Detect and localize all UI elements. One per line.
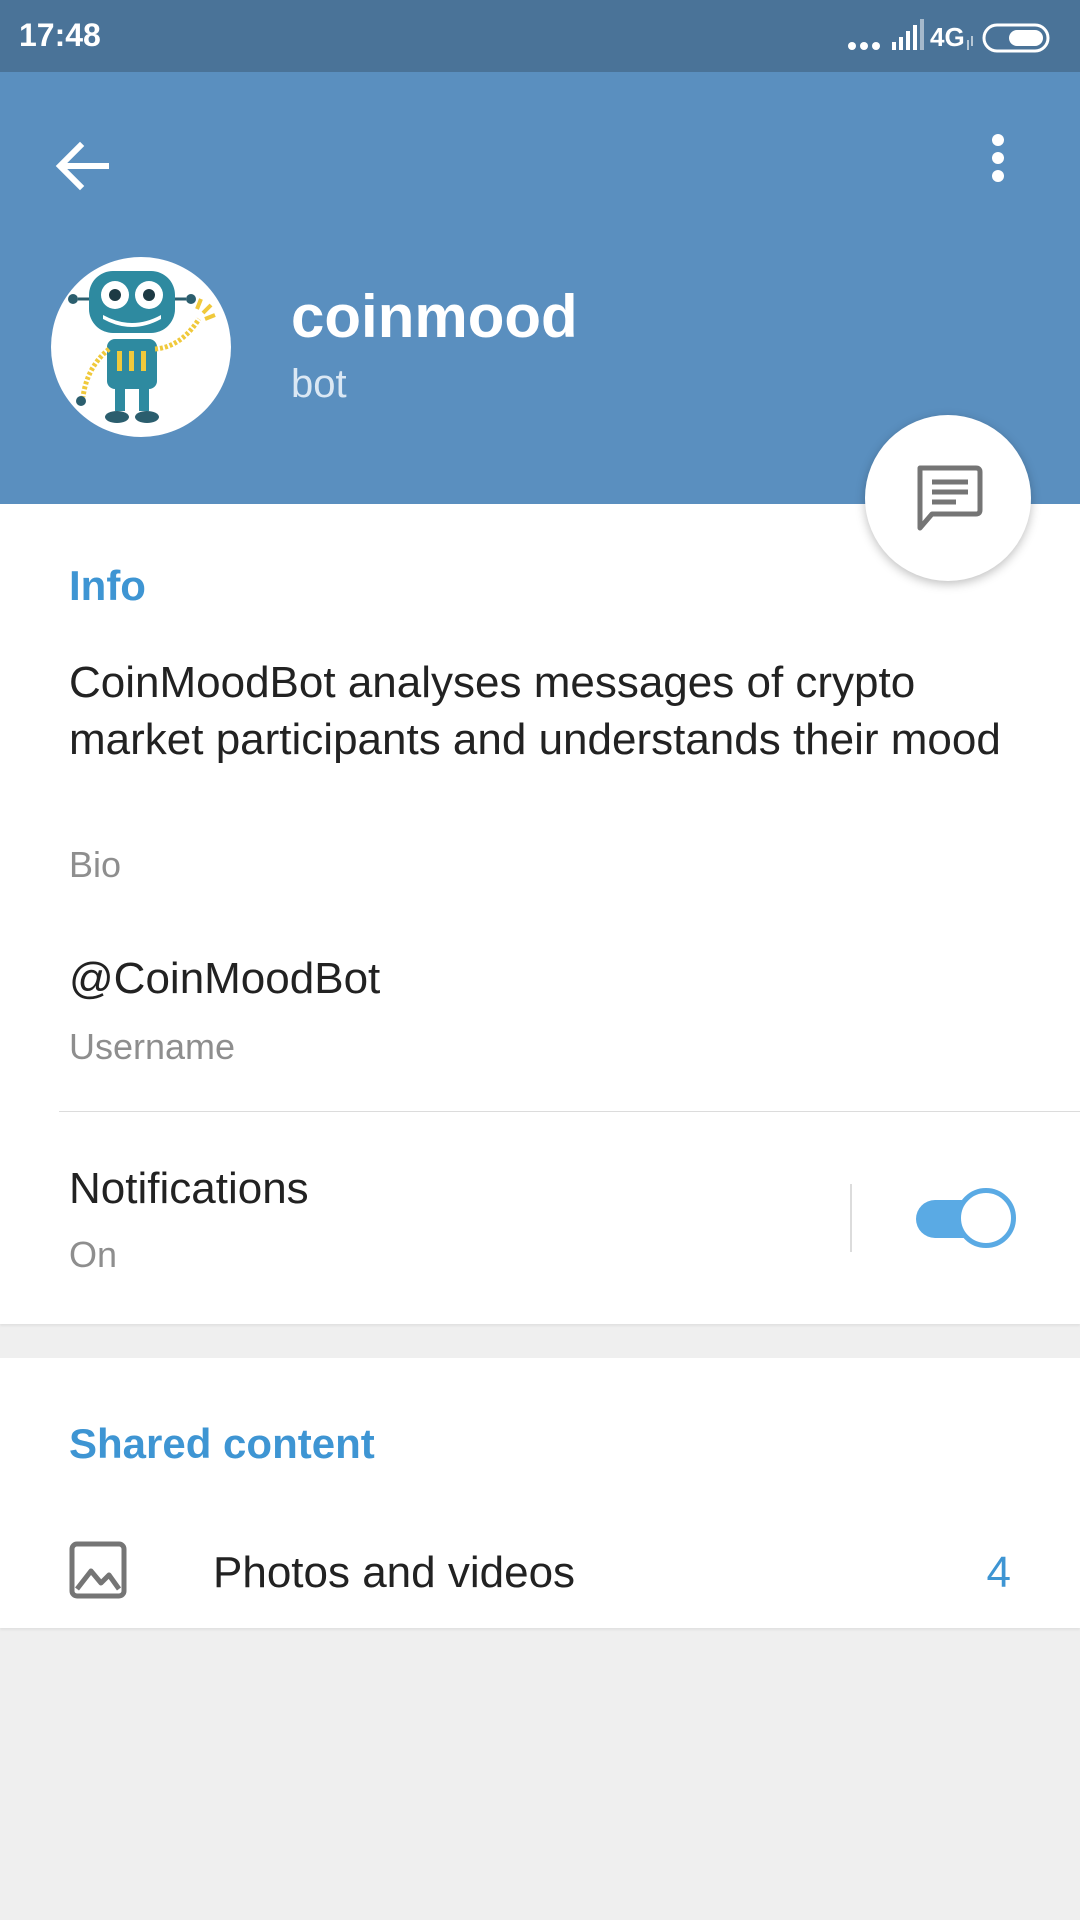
more-vertical-icon bbox=[992, 134, 1004, 182]
image-icon bbox=[69, 1541, 127, 1599]
shared-content-title: Shared content bbox=[69, 1420, 375, 1467]
send-message-button[interactable] bbox=[865, 415, 1031, 581]
profile-name: coinmood bbox=[291, 283, 578, 350]
chat-bubble-icon bbox=[917, 465, 983, 531]
arrow-back-icon bbox=[55, 141, 109, 191]
bio-text: CoinMoodBot analyses messages of crypto … bbox=[69, 658, 1001, 764]
vertical-divider bbox=[850, 1184, 852, 1252]
shared-content-section: Shared content Photos and videos 4 bbox=[0, 1358, 1080, 1628]
bio-caption: Bio bbox=[69, 844, 122, 885]
data-arrows-icon bbox=[967, 36, 973, 50]
toggle-thumb bbox=[956, 1188, 1016, 1248]
signal-icon bbox=[892, 19, 924, 50]
info-section: Info CoinMoodBot analyses messages of cr… bbox=[0, 504, 1080, 1324]
battery-icon bbox=[982, 23, 1050, 53]
status-time: 17:48 bbox=[19, 17, 101, 53]
status-bar: 17:48 4G bbox=[0, 0, 1080, 72]
username-text: @CoinMoodBot bbox=[69, 954, 381, 1003]
notifications-toggle[interactable] bbox=[912, 1188, 1016, 1248]
photos-and-videos-item[interactable]: Photos and videos 4 bbox=[0, 1518, 1080, 1628]
network-type: 4G bbox=[930, 22, 965, 52]
status-icons: 4G bbox=[844, 16, 1064, 56]
profile-status: bot bbox=[291, 362, 347, 406]
dots-icon bbox=[848, 42, 880, 50]
notifications-value: On bbox=[69, 1234, 118, 1275]
photos-count: 4 bbox=[986, 1548, 1011, 1597]
photos-and-videos-label: Photos and videos bbox=[213, 1548, 576, 1597]
notifications-label: Notifications bbox=[69, 1164, 309, 1213]
robot-avatar-icon bbox=[68, 271, 216, 423]
more-options-button[interactable] bbox=[952, 122, 1040, 210]
avatar[interactable] bbox=[51, 257, 231, 437]
info-section-title: Info bbox=[69, 562, 146, 609]
back-button[interactable] bbox=[40, 122, 128, 210]
profile-screen: 17:48 4G coinmood bot Info CoinMoodBot a… bbox=[0, 0, 1080, 1920]
username-caption: Username bbox=[69, 1026, 236, 1067]
divider bbox=[59, 1111, 1080, 1112]
